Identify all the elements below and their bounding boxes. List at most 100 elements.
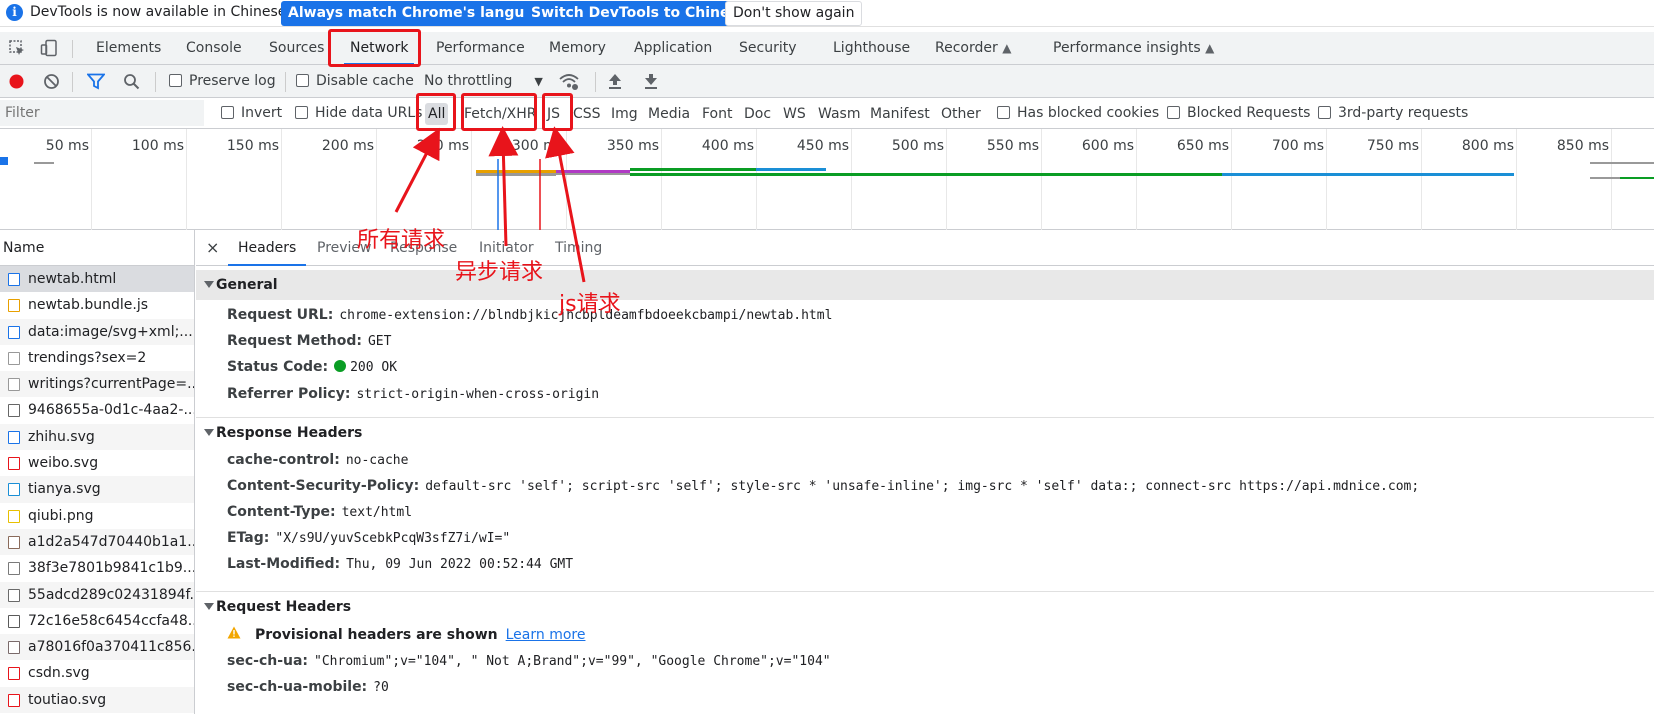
request-rows: newtab.html newtab.bundle.js data:image/sv… [0,266,194,714]
export-har-icon[interactable] [643,73,659,90]
blocked-requests-checkbox[interactable]: Blocked Requests [1167,98,1310,129]
request-name: toutiao.svg [28,691,107,708]
request-row[interactable]: writings?currentPage=... [0,371,194,398]
learn-more-link[interactable]: Learn more [506,627,586,643]
tab-timing[interactable]: Timing [555,230,602,266]
request-headers-section-header[interactable]: Request Headers [196,592,1654,622]
type-filter-doc[interactable]: Doc [741,103,774,125]
tab-security[interactable]: Security [739,32,797,65]
match-language-button[interactable]: Always match Chrome's language [281,1,561,26]
tab-memory[interactable]: Memory [549,32,606,65]
header-row-cache-control: cache-control: no-cache [227,452,409,468]
request-row[interactable]: a78016f0a370411c856... [0,634,194,661]
tab-elements[interactable]: Elements [96,32,161,65]
header-row-content-type: Content-Type: text/html [227,504,413,520]
general-section-header[interactable]: General [196,270,1654,300]
dropdown-arrow-icon: ▼ [534,75,543,88]
request-name: 55adcd289c02431894f... [28,586,194,603]
tab-headers[interactable]: Headers [227,230,307,266]
type-filter-media[interactable]: Media [645,103,693,125]
request-row[interactable]: a1d2a547d70440b1a1... [0,528,194,556]
status-ok-dot-icon [334,360,347,372]
name-column-header[interactable]: Name [0,230,194,266]
tab-application[interactable]: Application [634,32,712,65]
request-row[interactable]: zhihu.svg [0,423,194,451]
request-row[interactable]: data:image/svg+xml;... [0,318,194,345]
file-type-icon [8,641,20,655]
throttling-value: No throttling [424,73,513,89]
request-name: 38f3e7801b9841c1b9... [28,560,194,577]
device-toolbar-icon[interactable] [40,39,58,57]
experiment-flask-icon: ▲ [1002,41,1012,55]
header-row-request-method: Request Method: GET [227,333,392,349]
devtools-tab-bar: Elements Console Sources Network Perform… [0,32,1654,65]
file-type-icon [8,693,20,707]
switch-devtools-chinese-button[interactable]: Switch DevTools to Chinese [524,1,755,26]
request-row[interactable]: trendings?sex=2 [0,345,194,371]
request-name: newtab.html [28,271,117,287]
dont-show-again-button[interactable]: Don't show again [725,1,863,26]
header-row-request-url: Request URL: chrome-extension://blndbjkic… [227,307,833,323]
inspect-element-icon[interactable] [8,39,26,57]
file-type-icon [8,562,20,576]
file-type-icon [8,667,20,681]
invert-checkbox[interactable]: Invert [221,98,282,129]
search-icon[interactable] [123,73,140,90]
record-icon[interactable] [8,73,25,90]
file-type-icon [8,273,20,286]
request-row[interactable]: newtab.bundle.js [0,292,194,318]
tab-console[interactable]: Console [186,32,242,65]
type-filter-other[interactable]: Other [938,103,984,125]
type-filter-manifest[interactable]: Manifest [867,103,933,125]
request-row[interactable]: toutiao.svg [0,686,194,714]
blocked-requests-label: Blocked Requests [1187,105,1311,121]
hide-data-urls-checkbox[interactable]: Hide data URLs [295,98,422,129]
type-filter-wasm[interactable]: Wasm [815,103,863,125]
request-row[interactable]: tianya.svg [0,476,194,503]
request-row[interactable]: 72c16e58c6454ccfa48... [0,608,194,634]
header-row-etag: ETag: "X/s9U/yuvScebkPcqW3sfZ7i/wI=" [227,530,511,546]
has-blocked-cookies-label: Has blocked cookies [1017,105,1160,121]
clear-icon[interactable] [43,73,60,90]
tab-lighthouse[interactable]: Lighthouse [833,32,910,65]
request-row[interactable]: 55adcd289c02431894f... [0,581,194,608]
filter-input[interactable] [0,100,204,126]
request-row[interactable]: weibo.svg [0,450,194,476]
import-har-icon[interactable] [607,73,623,90]
network-conditions-icon[interactable] [558,71,580,91]
third-party-requests-label: 3rd-party requests [1338,105,1469,121]
file-type-icon [8,404,20,418]
has-blocked-cookies-checkbox[interactable]: Has blocked cookies [997,98,1159,129]
request-name: weibo.svg [28,455,99,472]
tab-performance[interactable]: Performance [436,32,525,65]
type-filter-font[interactable]: Font [699,103,735,125]
request-row[interactable]: 38f3e7801b9841c1b9... [0,555,194,581]
request-name: 9468655a-0d1c-4aa2-... [28,402,194,419]
type-filter-css[interactable]: CSS [570,103,604,125]
filter-icon[interactable] [87,73,105,90]
language-infobar: i DevTools is now available in Chinese! … [0,0,1654,27]
request-row[interactable]: csdn.svg [0,660,194,686]
tab-sources[interactable]: Sources [269,32,324,65]
warning-icon [227,622,241,648]
tab-recorder[interactable]: Recorder ▲ [935,32,1011,65]
request-row[interactable]: 9468655a-0d1c-4aa2-... [0,397,194,423]
file-type-icon [8,299,20,313]
request-row[interactable]: newtab.html [0,266,194,293]
invert-label: Invert [241,105,283,121]
close-detail-icon[interactable]: × [206,230,219,266]
type-filter-ws[interactable]: WS [780,103,809,125]
response-headers-section-header[interactable]: Response Headers [196,418,1654,448]
preserve-log-checkbox[interactable]: Preserve log [169,65,276,98]
file-type-icon [8,483,20,497]
network-overview-timeline[interactable]: 50 ms 100 ms 150 ms 200 ms 250 ms 300 ms 350 m… [0,129,1654,230]
tab-performance-insights[interactable]: Performance insights ▲ [1053,32,1214,65]
header-row-last-modified: Last-Modified: Thu, 09 Jun 2022 00:52:44 … [227,556,574,572]
third-party-requests-checkbox[interactable]: 3rd-party requests [1318,98,1468,129]
request-row[interactable]: qiubi.png [0,503,194,529]
file-type-icon [8,457,20,471]
request-name: writings?currentPage=... [28,376,194,393]
disable-cache-checkbox[interactable]: Disable cache [296,65,414,98]
type-filter-img[interactable]: Img [608,103,641,125]
header-row-status-code: Status Code: 200 OK [227,359,398,375]
